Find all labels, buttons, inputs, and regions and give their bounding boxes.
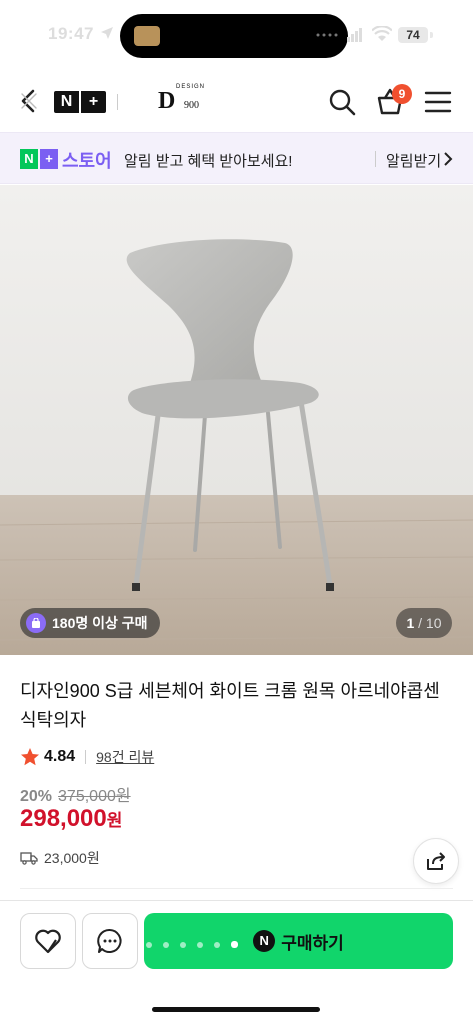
bottom-action-bar: N 구매하기 xyxy=(0,900,473,1024)
wifi-icon xyxy=(372,26,392,41)
delivery-truck-icon xyxy=(20,852,38,865)
sale-price-unit: 원 xyxy=(106,811,123,830)
banner-message: 알림 받고 혜택 받아보세요! xyxy=(124,153,293,170)
sale-price: 298,000원 xyxy=(20,805,122,833)
status-time: 19:47 xyxy=(48,24,94,43)
naver-plus-badge: N + xyxy=(20,149,58,169)
cart-count-badge: 9 xyxy=(392,84,412,104)
brand-number-text: 900 xyxy=(184,100,199,111)
banner-divider xyxy=(375,151,376,167)
carousel-dot xyxy=(231,941,238,948)
rating-divider xyxy=(85,750,87,764)
heart-icon xyxy=(35,929,61,954)
chat-bubble-icon xyxy=(97,928,122,953)
now-playing-icon xyxy=(134,26,160,46)
chevron-right-icon xyxy=(444,152,453,166)
search-icon[interactable] xyxy=(328,88,356,116)
wishlist-button[interactable] xyxy=(20,913,76,969)
cellular-signal-icon xyxy=(347,28,362,42)
notification-subscribe-link[interactable]: 알림받기 xyxy=(386,150,441,171)
carousel-dot xyxy=(180,941,186,948)
shipping-info: 23,000원 xyxy=(20,848,100,868)
carousel-dots xyxy=(146,941,238,948)
logo-plus-text: + xyxy=(88,93,99,110)
brand-design-text: DESIGN xyxy=(176,84,206,90)
header-divider xyxy=(117,94,118,110)
home-indicator xyxy=(152,1007,320,1012)
product-title: 디자인900 S급 세븐체어 화이트 크롬 원목 아르네야콥센 식탁의자 xyxy=(20,681,440,730)
dynamic-island xyxy=(120,14,348,58)
carousel-dot xyxy=(197,941,203,948)
badge-n-text: N xyxy=(20,149,38,169)
discount-rate: 20% xyxy=(20,788,53,805)
original-price: 375,000원 xyxy=(58,788,131,805)
shopping-bag-icon xyxy=(26,613,46,633)
brand-logo[interactable]: D DESIGN 900 xyxy=(158,84,208,118)
back-button[interactable] xyxy=(14,86,44,116)
review-count-link[interactable]: 98건 리뷰 xyxy=(96,747,154,767)
carousel-dot xyxy=(163,941,169,948)
carousel-dot xyxy=(146,941,152,948)
battery-tip xyxy=(430,32,433,38)
info-divider xyxy=(20,888,453,889)
location-arrow-icon xyxy=(101,27,113,39)
purchase-count-text: 180명 이상 구매 xyxy=(52,615,148,631)
talk-talk-button[interactable] xyxy=(82,913,138,969)
image-page-counter: 1 / 10 xyxy=(396,608,452,638)
naver-plus-logo[interactable]: N + xyxy=(54,91,106,113)
discount-row: 20% 375,000원 xyxy=(20,782,131,806)
menu-icon[interactable] xyxy=(424,90,452,114)
star-icon xyxy=(21,748,39,766)
sale-price-value: 298,000 xyxy=(20,805,107,832)
store-notification-banner[interactable]: N + 스토어 알림 받고 혜택 받아보세요! 알림받기 xyxy=(0,132,473,184)
buy-label: 구매하기 xyxy=(281,933,344,953)
total-pages: / 10 xyxy=(418,615,442,631)
badge-plus-text: + xyxy=(40,149,58,169)
battery-indicator: 74 xyxy=(398,27,428,43)
dots-icon xyxy=(316,33,338,37)
naver-pay-n-icon: N xyxy=(253,930,276,952)
share-icon xyxy=(427,852,445,870)
product-image-carousel[interactable]: 180명 이상 구매 1 / 10 xyxy=(0,185,473,655)
product-photo xyxy=(0,185,473,655)
status-bar: 19:47 74 xyxy=(0,0,473,70)
carousel-dot xyxy=(214,941,220,948)
logo-n-text: N xyxy=(54,91,81,113)
shipping-fee: 23,000원 xyxy=(44,850,100,866)
share-button[interactable] xyxy=(413,838,459,884)
current-page: 1 xyxy=(406,615,415,631)
purchase-count-badge: 180명 이상 구매 xyxy=(20,608,160,638)
store-label: 스토어 xyxy=(62,151,112,171)
rating-value: 4.84 xyxy=(44,748,76,765)
brand-mark: D xyxy=(158,88,176,114)
rating-row: 4.84 98건 리뷰 xyxy=(20,746,154,768)
